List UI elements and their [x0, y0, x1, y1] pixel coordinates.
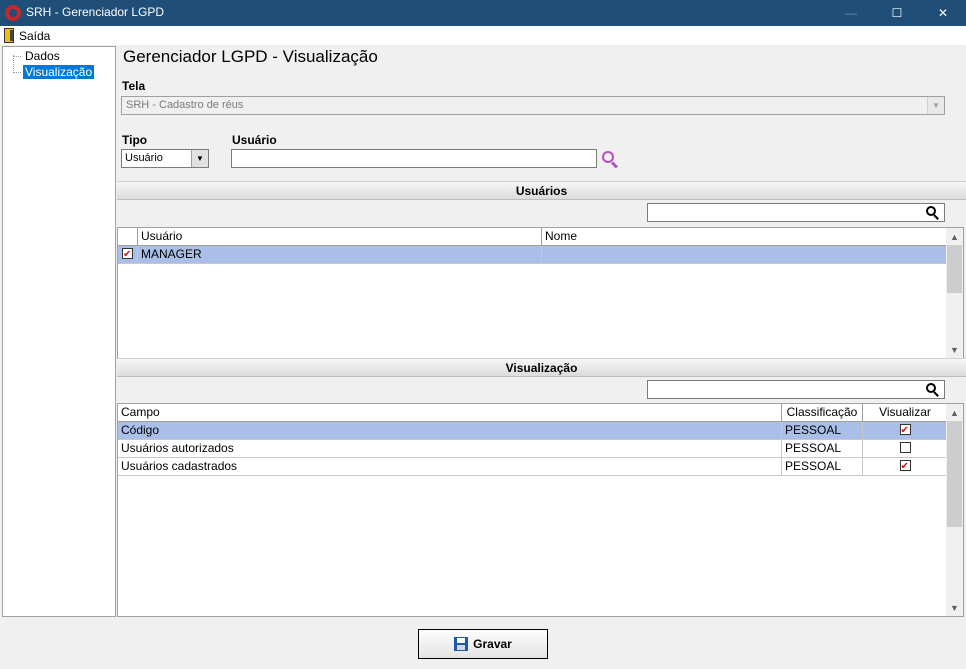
table-row[interactable]: MANAGER [118, 246, 947, 264]
visualizacao-scrollbar[interactable]: ▲ ▼ [946, 404, 963, 616]
cell-classificacao: PESSOAL [782, 458, 863, 476]
row-checkbox[interactable] [118, 246, 138, 264]
tree-connector [13, 72, 21, 73]
table-row[interactable]: Código PESSOAL [118, 422, 947, 440]
tela-label: Tela [122, 79, 146, 93]
scroll-up-icon[interactable]: ▲ [946, 228, 963, 245]
cell-classificacao: PESSOAL [782, 422, 863, 440]
cell-campo: Código [118, 422, 782, 440]
floppy-disk-icon [454, 637, 469, 651]
close-button[interactable]: ✕ [920, 0, 966, 26]
column-header-nome[interactable]: Nome [542, 228, 947, 246]
checkbox-unchecked-icon[interactable] [899, 442, 911, 454]
table-row[interactable]: Usuários cadastrados PESSOAL [118, 458, 947, 476]
save-button[interactable]: Gravar [418, 629, 548, 659]
menu-bar: Saída [0, 26, 966, 45]
page-title: Gerenciador LGPD - Visualização [123, 47, 378, 66]
usuarios-grid-header: Usuário Nome [118, 228, 947, 246]
tree-connector [13, 56, 21, 57]
cell-nome [542, 246, 947, 264]
scrollbar-thumb[interactable] [947, 245, 962, 293]
column-header-campo[interactable]: Campo [118, 404, 782, 422]
tree-connector [13, 55, 14, 73]
chevron-down-icon: ▼ [927, 97, 944, 114]
usuarios-scrollbar[interactable]: ▲ ▼ [946, 228, 963, 358]
column-header-classificacao[interactable]: Classificação [782, 404, 863, 422]
cell-campo: Usuários cadastrados [118, 458, 782, 476]
cell-visualizar[interactable] [863, 458, 947, 476]
cell-visualizar[interactable] [863, 422, 947, 440]
window-title: SRH - Gerenciador LGPD [26, 5, 165, 19]
column-header-check[interactable] [118, 228, 138, 246]
tree-item-dados[interactable]: Dados [23, 49, 62, 63]
magnifier-purple-icon[interactable] [601, 150, 619, 169]
visualizacao-search-input[interactable] [647, 380, 945, 399]
scrollbar-thumb[interactable] [947, 421, 962, 527]
usuarios-search-input[interactable] [647, 203, 945, 222]
minimize-button[interactable]: — [828, 0, 874, 26]
usuario-label: Usuário [232, 133, 277, 147]
scroll-down-icon[interactable]: ▼ [946, 599, 963, 616]
tipo-select-value: Usuário [125, 152, 163, 164]
cell-classificacao: PESSOAL [782, 440, 863, 458]
scroll-up-icon[interactable]: ▲ [946, 404, 963, 421]
cell-campo: Usuários autorizados [118, 440, 782, 458]
chevron-down-icon[interactable]: ▼ [191, 150, 208, 167]
visualizacao-grid[interactable]: Campo Classificação Visualizar Código PE… [117, 403, 964, 617]
search-icon[interactable] [926, 383, 940, 397]
menu-item-exit-label: Saída [19, 29, 51, 43]
maximize-button[interactable]: ☐ [874, 0, 920, 26]
column-header-visualizar[interactable]: Visualizar [863, 404, 947, 422]
table-row[interactable]: Usuários autorizados PESSOAL [118, 440, 947, 458]
scroll-down-icon[interactable]: ▼ [946, 341, 963, 358]
checkbox-checked-icon[interactable] [899, 458, 911, 475]
visualizacao-grid-header: Campo Classificação Visualizar [118, 404, 947, 422]
cell-visualizar[interactable] [863, 440, 947, 458]
menu-item-exit[interactable]: Saída [0, 26, 52, 45]
column-header-usuario[interactable]: Usuário [138, 228, 542, 246]
usuarios-grid[interactable]: Usuário Nome MANAGER ▲ ▼ [117, 227, 964, 359]
checkbox-checked-icon[interactable] [899, 422, 911, 439]
usuario-input[interactable] [231, 149, 597, 168]
tipo-label: Tipo [122, 133, 148, 147]
tela-select-value: SRH - Cadastro de réus [126, 99, 244, 111]
save-button-label: Gravar [473, 637, 512, 651]
checkbox-checked-icon[interactable] [122, 246, 133, 263]
tela-select: SRH - Cadastro de réus ▼ [121, 96, 945, 115]
search-icon[interactable] [926, 206, 940, 220]
tipo-select[interactable]: Usuário ▼ [121, 149, 209, 168]
visualizacao-section-header: Visualização [117, 358, 966, 377]
cell-usuario: MANAGER [138, 246, 542, 264]
title-bar[interactable]: SRH - Gerenciador LGPD — ☐ ✕ [0, 0, 966, 26]
tree-item-visualizacao[interactable]: Visualização [23, 65, 95, 79]
exit-door-icon [4, 28, 14, 43]
usuarios-section-header: Usuários [117, 181, 966, 200]
navigation-tree[interactable]: Dados Visualização [2, 46, 116, 617]
srh-logo-icon [5, 5, 21, 21]
